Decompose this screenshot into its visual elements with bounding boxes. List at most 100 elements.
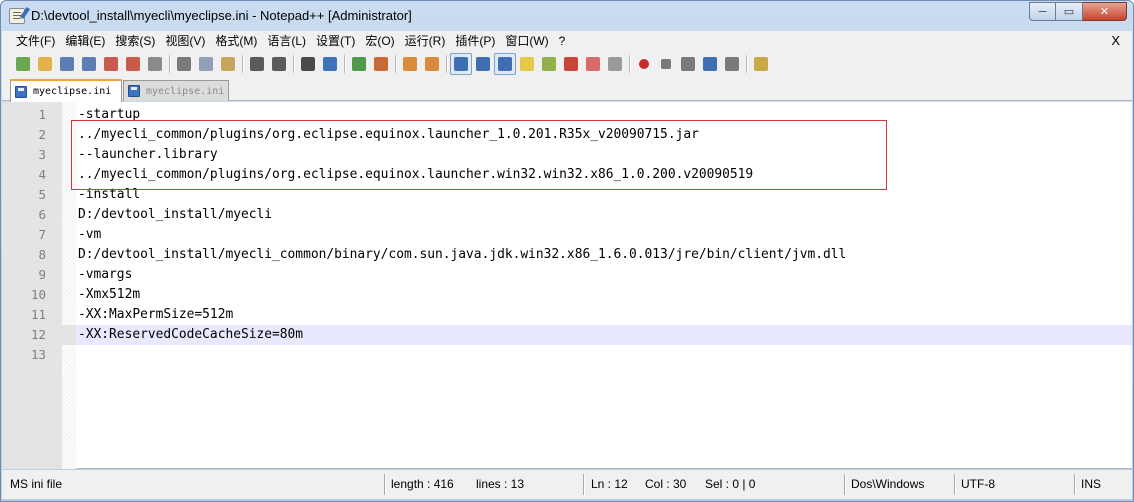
status-insert-mode[interactable]: INS [1075,470,1101,499]
paste-button[interactable] [217,53,239,75]
menu-macro[interactable]: 宏(O) [360,31,399,51]
zoom-out-button[interactable] [370,53,392,75]
doc-map-icon [564,57,578,71]
plugin-button[interactable] [750,53,772,75]
status-col: Col : 30 [645,477,687,491]
show-all-chars-button[interactable] [472,53,494,75]
play-macro-icon [681,57,695,71]
menu-edit[interactable]: 编辑(E) [60,31,110,51]
save-all-button[interactable] [78,53,100,75]
notepadpp-app-icon[interactable] [9,6,31,24]
sync-vertical-button[interactable] [399,53,421,75]
tab-myeclipse-ini-inactive[interactable]: myeclipse.ini [123,80,229,101]
menu-format[interactable]: 格式(M) [210,31,262,51]
text-editor[interactable]: 1 -startup 2 ../myecli_common/plugins/org.e… [2,102,1132,469]
editor-line[interactable]: 6 D:/devtool_install/myecli [2,205,1132,225]
close-window-button[interactable]: ✕ [1083,2,1127,21]
maximize-button[interactable]: ▭ [1056,2,1083,21]
editor-line[interactable]: 3 --launcher.library [2,145,1132,165]
cut-button[interactable] [173,53,195,75]
toolbar-separator [746,55,747,73]
tab-bar: myeclipse.ini myeclipse.ini [2,77,1132,102]
editor-line[interactable]: 1 -startup [2,105,1132,125]
record-macro-button[interactable] [633,53,655,75]
tab-myeclipse-ini-active[interactable]: myeclipse.ini [10,79,122,102]
title-bar[interactable]: D:\devtool_install\myecli\myeclipse.ini … [1,1,1133,31]
doc-map-button[interactable] [560,53,582,75]
line-number: 2 [38,127,46,142]
line-text: D:/devtool_install/myecli [78,207,273,222]
user-language-icon [520,57,534,71]
zoom-in-button[interactable] [348,53,370,75]
menu-view[interactable]: 视图(V) [160,31,210,51]
line-number: 1 [38,107,46,122]
line-number: 5 [38,187,46,202]
close-all-button[interactable] [122,53,144,75]
tab-label: myeclipse.ini [146,85,225,97]
toolbar-separator [169,55,170,73]
editor-line[interactable]: 9 -vmargs [2,265,1132,285]
menu-plugins[interactable]: 插件(P) [450,31,500,51]
line-number: 7 [38,227,46,242]
close-all-icon [126,57,140,71]
save-button[interactable] [56,53,78,75]
replace-button[interactable] [319,53,341,75]
word-wrap-icon [454,57,468,71]
find-icon [301,57,315,71]
open-file-button[interactable] [34,53,56,75]
copy-icon [199,57,213,71]
editor-line[interactable]: 2 ../myecli_common/plugins/org.eclipse.eq… [2,125,1132,145]
sync-horizontal-button[interactable] [421,53,443,75]
save-macro-button[interactable] [721,53,743,75]
new-file-button[interactable] [12,53,34,75]
copy-button[interactable] [195,53,217,75]
editor-line[interactable]: 8 D:/devtool_install/myecli_common/binary… [2,245,1132,265]
line-number: 8 [38,247,46,262]
line-number: 3 [38,147,46,162]
toolbar-separator [293,55,294,73]
menu-window[interactable]: 窗口(W) [500,31,553,51]
word-wrap-button[interactable] [450,53,472,75]
editor-line[interactable]: 12 -XX:ReservedCodeCacheSize=80m [2,325,1132,345]
menu-language[interactable]: 语言(L) [262,31,311,51]
folder-workspace-button[interactable] [582,53,604,75]
plugin-icon [754,57,768,71]
new-file-icon [16,57,30,71]
run-macro-multiple-button[interactable] [699,53,721,75]
user-language-button[interactable] [516,53,538,75]
line-number: 13 [30,347,46,362]
print-button[interactable] [144,53,166,75]
redo-button[interactable] [268,53,290,75]
editor-line[interactable]: 5 -install [2,185,1132,205]
line-text: -Xmx512m [78,287,141,302]
close-document-button[interactable]: X [1111,31,1120,51]
editor-line[interactable]: 4 ../myecli_common/plugins/org.eclipse.eq… [2,165,1132,185]
indent-guide-button[interactable] [494,53,516,75]
minimize-button[interactable]: ─ [1029,2,1056,21]
undo-button[interactable] [246,53,268,75]
find-button[interactable] [297,53,319,75]
stop-macro-button[interactable] [655,53,677,75]
menu-help[interactable]: ? [554,31,571,51]
status-file-type: MS ini file [10,477,63,491]
save-all-icon [82,57,96,71]
toolbar-separator [629,55,630,73]
editor-line[interactable]: 11 -XX:MaxPermSize=512m [2,305,1132,325]
editor-line[interactable]: 7 -vm [2,225,1132,245]
line-text: D:/devtool_install/myecli_common/binary/… [78,247,847,262]
editor-line[interactable]: 13 [2,345,1132,365]
status-ln: Ln : 12 [591,477,628,491]
status-lines: lines : 13 [476,477,525,491]
function-list-button[interactable] [538,53,560,75]
menu-run[interactable]: 运行(R) [400,31,451,51]
close-file-button[interactable] [100,53,122,75]
line-text: --launcher.library [78,147,218,162]
menu-search[interactable]: 搜索(S) [110,31,160,51]
editor-line[interactable]: 10 -Xmx512m [2,285,1132,305]
monitoring-button[interactable] [604,53,626,75]
menu-file[interactable]: 文件(F) [2,31,60,51]
window-title: D:\devtool_install\myecli\myeclipse.ini … [31,8,412,23]
play-macro-button[interactable] [677,53,699,75]
zoom-in-icon [352,57,366,71]
menu-settings[interactable]: 设置(T) [311,31,360,51]
